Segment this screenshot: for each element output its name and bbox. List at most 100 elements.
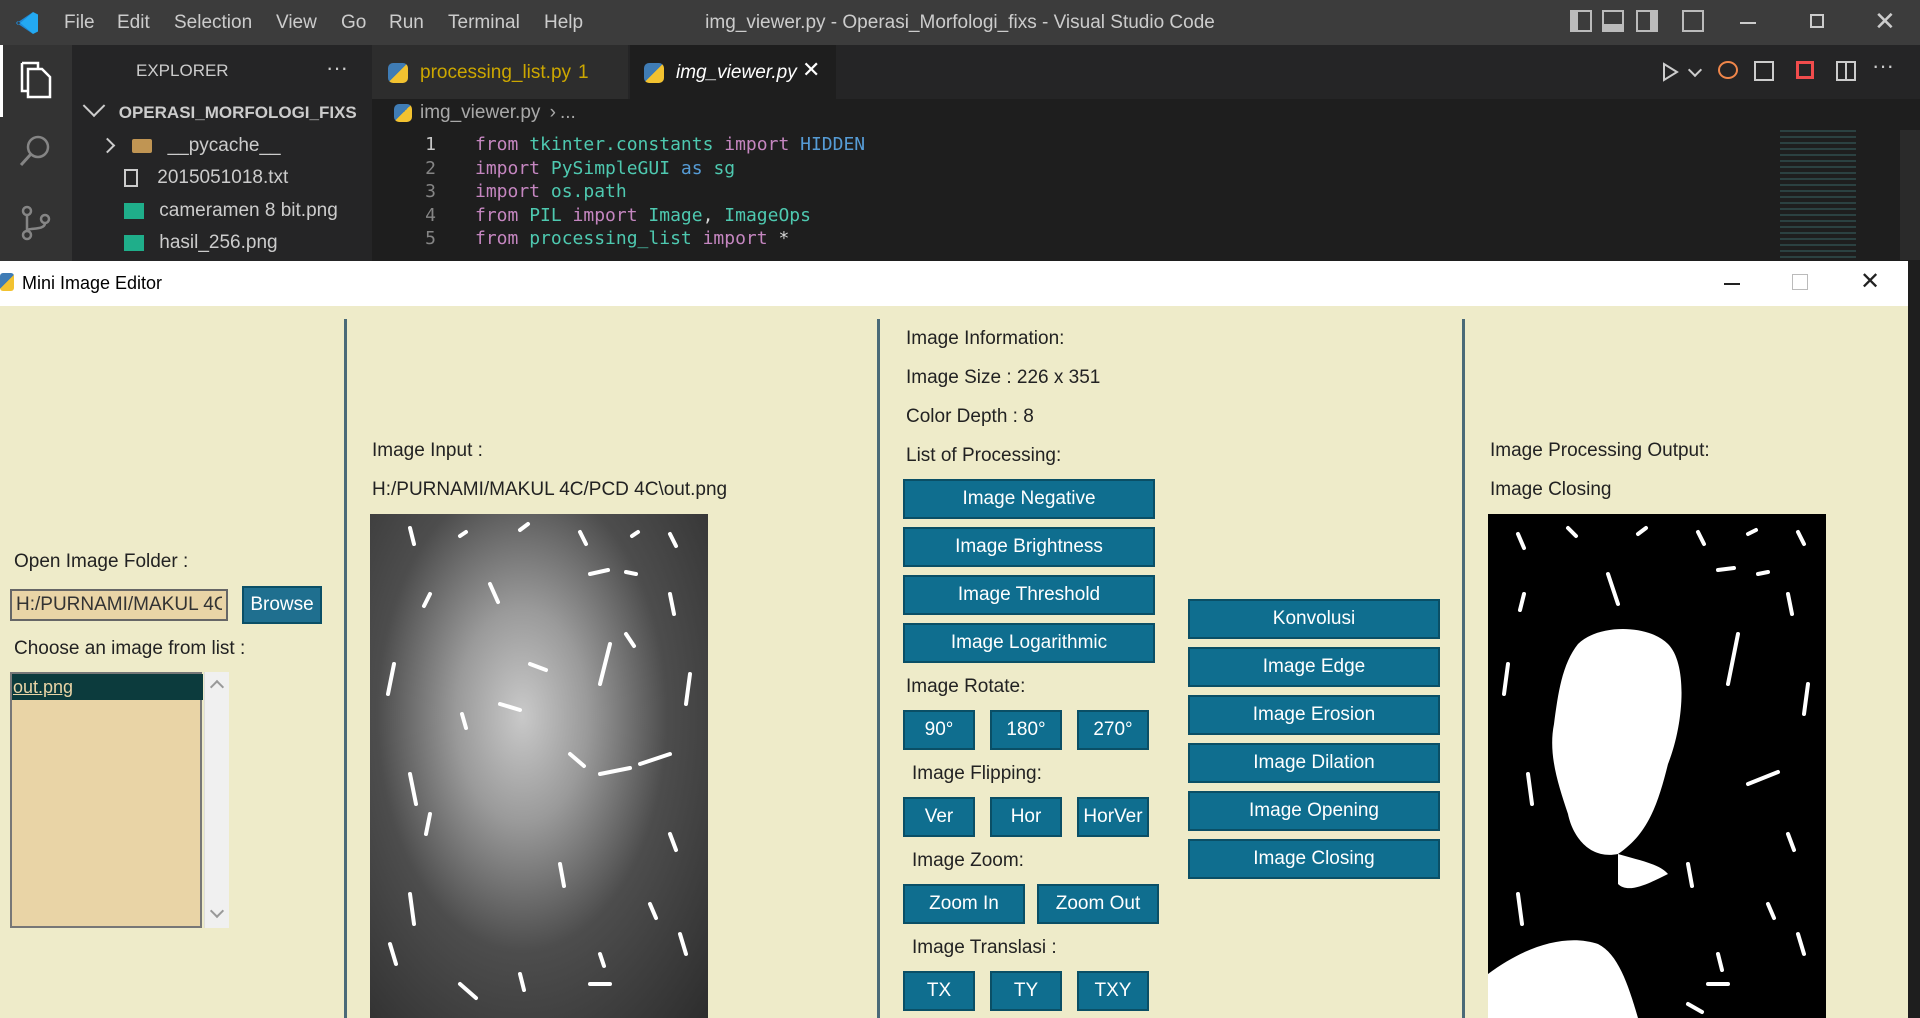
stop-icon[interactable] [1796, 61, 1814, 79]
column-separator [344, 319, 347, 1018]
code-line[interactable]: 3 import os.path [372, 180, 1772, 204]
mini-editor-title-bar: Mini Image Editor ✕ [0, 261, 1908, 306]
browse-button[interactable]: Browse [242, 586, 322, 624]
toggle-secondary-sidebar-icon[interactable] [1636, 10, 1658, 32]
flip-horver-button[interactable]: HorVer [1077, 797, 1149, 837]
zoom-out-button[interactable]: Zoom Out [1037, 884, 1159, 924]
minimize-icon[interactable] [1740, 22, 1756, 24]
code-token: from [475, 228, 530, 249]
tree-item-cameramen[interactable]: cameramen 8 bit.png [124, 196, 338, 226]
zoom-in-button[interactable]: Zoom In [903, 884, 1025, 924]
flip-ver-button[interactable]: Ver [903, 797, 975, 837]
tree-item-pycache[interactable]: __pycache__ [99, 131, 281, 161]
code-token: processing_list [529, 228, 692, 249]
list-item-selected[interactable]: out.png [12, 674, 203, 700]
mini-window-title: Mini Image Editor [22, 273, 163, 293]
close-icon[interactable]: ✕ [1874, 6, 1896, 37]
search-icon[interactable] [18, 133, 54, 169]
line-number: 3 [425, 181, 436, 202]
tree-item-label: hasil_256.png [159, 232, 278, 253]
line-number: 1 [425, 134, 436, 155]
breadcrumb-file[interactable]: img_viewer.py [420, 102, 540, 123]
toggle-panel-icon[interactable] [1602, 10, 1624, 32]
code-token: PIL [529, 204, 562, 226]
tree-item-label: 2015051018.txt [157, 167, 289, 188]
scroll-up-icon[interactable] [209, 679, 225, 695]
flip-hor-button[interactable]: Hor [990, 797, 1062, 837]
image-closing-button[interactable]: Image Closing [1188, 839, 1440, 879]
code-text: from tkinter.constants import HIDDEN [475, 133, 865, 157]
code-line[interactable]: 5 from processing_list import * [372, 227, 1772, 251]
code-line[interactable]: 4 from PIL import Image, ImageOps [372, 204, 1772, 228]
tree-item-hasil[interactable]: hasil_256.png [124, 228, 278, 258]
customize-layout-icon[interactable] [1682, 10, 1704, 32]
split-editor-icon[interactable] [1836, 61, 1856, 81]
code-token: PySimpleGUI [550, 157, 671, 179]
tab-close-icon[interactable]: ✕ [802, 57, 820, 83]
column-separator [877, 319, 880, 1018]
open-preview-icon[interactable] [1754, 61, 1774, 81]
tab-problem-badge: 1 [578, 62, 589, 83]
image-threshold-button[interactable]: Image Threshold [903, 575, 1155, 615]
code-token: import [713, 134, 801, 155]
processing-list-label: List of Processing: [906, 445, 1062, 466]
scroll-down-icon[interactable] [209, 903, 225, 919]
rotate-180-button[interactable]: 180° [990, 710, 1062, 750]
tab-label: img_viewer.py [676, 62, 797, 83]
translate-txy-button[interactable]: TXY [1077, 971, 1149, 1011]
translate-tx-button[interactable]: TX [903, 971, 975, 1011]
image-brightness-button[interactable]: Image Brightness [903, 527, 1155, 567]
minimap[interactable] [1780, 130, 1856, 260]
image-translasi-label: Image Translasi : [912, 937, 1057, 958]
code-token: HIDDEN [800, 134, 866, 155]
listbox-scrollbar[interactable] [204, 672, 229, 928]
column-separator [1462, 319, 1465, 1018]
tab-img-viewer[interactable]: img_viewer.py ✕ [630, 45, 836, 99]
code-area[interactable]: 1 from tkinter.constants import HIDDEN 2 im… [372, 133, 1772, 261]
code-line[interactable]: 1 from tkinter.constants import HIDDEN [372, 133, 1772, 157]
code-text: import os.path [475, 180, 627, 204]
chevron-down-icon [82, 94, 106, 118]
code-token: sg [713, 157, 736, 179]
project-folder-row[interactable]: OPERASI_MORFOLOGI_FIXS [80, 94, 357, 128]
window-title: img_viewer.py - Operasi_Morfologi_fixs -… [705, 12, 1215, 33]
run-dropdown-icon[interactable] [1687, 62, 1703, 78]
image-logarithmic-button[interactable]: Image Logarithmic [903, 623, 1155, 663]
folder-icon [132, 138, 153, 153]
run-icon[interactable] [1660, 62, 1680, 82]
explorer-more-icon[interactable]: ··· [326, 55, 348, 81]
folder-path-input[interactable] [10, 589, 228, 621]
rotate-270-button[interactable]: 270° [1077, 710, 1149, 750]
konvolusi-button[interactable]: Konvolusi [1188, 599, 1440, 639]
input-noise-lines [386, 522, 692, 1000]
python-icon [388, 63, 408, 83]
code-token: os.path [550, 181, 627, 202]
image-edge-button[interactable]: Image Edge [1188, 647, 1440, 687]
breadcrumb-rest[interactable]: ... [560, 102, 576, 123]
more-actions-icon[interactable]: ··· [1872, 53, 1894, 79]
source-control-icon[interactable] [18, 203, 54, 243]
restore-icon[interactable] [1810, 14, 1824, 28]
tab-processing-list[interactable]: processing_list.py 1 [372, 45, 628, 99]
image-listbox[interactable]: out.png [10, 672, 203, 928]
explorer-heading: EXPLORER [136, 61, 229, 80]
explorer-files-icon[interactable] [18, 61, 54, 101]
image-opening-button[interactable]: Image Opening [1188, 791, 1440, 831]
editor-scrollbar[interactable] [1900, 130, 1920, 260]
image-dilation-button[interactable]: Image Dilation [1188, 743, 1440, 783]
toggle-sidebar-icon[interactable] [1570, 10, 1592, 32]
code-line[interactable]: 2 import PySimpleGUI as sg [372, 157, 1772, 181]
translate-ty-button[interactable]: TY [990, 971, 1062, 1011]
image-negative-button[interactable]: Image Negative [903, 479, 1155, 519]
rotate-90-button[interactable]: 90° [903, 710, 975, 750]
tree-item-txt[interactable]: 2015051018.txt [124, 163, 288, 193]
close-icon[interactable]: ✕ [1860, 267, 1880, 296]
copilot-icon[interactable] [1718, 61, 1738, 79]
code-token: import [475, 181, 551, 202]
minimize-icon[interactable] [1724, 283, 1740, 285]
code-token: import [475, 157, 551, 179]
breadcrumb: img_viewer.py ›... [394, 102, 576, 124]
image-info-label: Image Information: [906, 328, 1065, 349]
output-label: Image Processing Output: [1490, 440, 1710, 461]
image-erosion-button[interactable]: Image Erosion [1188, 695, 1440, 735]
